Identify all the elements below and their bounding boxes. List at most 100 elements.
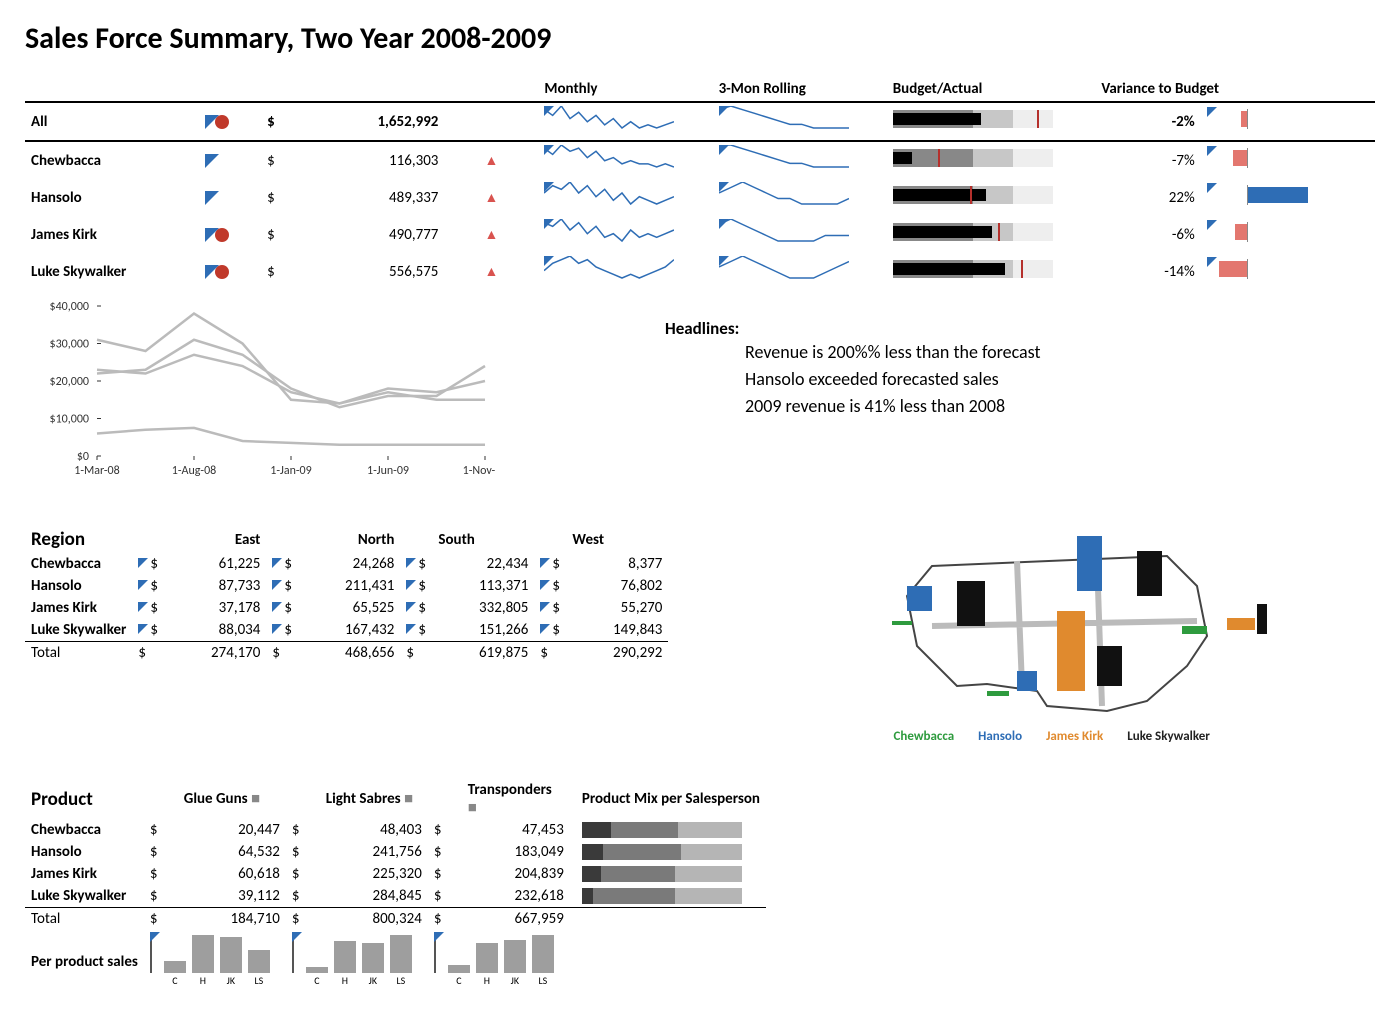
trend-chart: $40,000$30,000$20,000$10,000$01-Mar-081-… — [25, 296, 495, 491]
total-label: Total — [25, 642, 132, 665]
page-title: Sales Force Summary, Two Year 2008-2009 — [25, 20, 1375, 57]
cell-value: 64,532 — [178, 841, 286, 863]
col-monthly: Monthly — [538, 77, 712, 102]
mini-bar-label: H — [334, 974, 356, 987]
cell-value: 211,431 — [298, 575, 400, 597]
product-mix-heading: Product Mix per Salesperson — [570, 779, 766, 819]
drill-icon[interactable] — [205, 228, 219, 242]
drill-icon[interactable] — [434, 932, 444, 942]
sales-name: Luke Skywalker — [25, 885, 144, 908]
currency-symbol: $ — [261, 141, 293, 179]
drill-icon[interactable] — [205, 115, 219, 129]
drill-icon[interactable] — [272, 558, 282, 568]
drill-icon[interactable] — [1207, 107, 1217, 117]
product-mix-bar — [570, 863, 766, 885]
rolling-sparkline — [719, 256, 849, 287]
drill-icon[interactable] — [544, 256, 554, 266]
headline-line: Hansolo exceeded forecasted sales — [745, 366, 1375, 393]
drill-icon[interactable] — [719, 106, 729, 116]
cell-value: 87,733 — [164, 575, 266, 597]
drill-icon[interactable] — [406, 580, 416, 590]
col-budget: Budget/Actual — [887, 77, 1096, 102]
drill-icon[interactable] — [205, 265, 219, 279]
sales-name: All — [25, 102, 199, 141]
cell-value: 47,453 — [462, 819, 570, 841]
sales-name: Chewbacca — [25, 141, 199, 179]
drill-icon[interactable] — [540, 602, 550, 612]
drill-icon[interactable] — [205, 191, 219, 205]
legend-item: Chewbacca — [893, 729, 954, 744]
drill-icon[interactable] — [272, 602, 282, 612]
drill-icon[interactable] — [138, 580, 148, 590]
rolling-sparkline — [719, 182, 849, 213]
drill-icon[interactable] — [1207, 146, 1217, 156]
sales-name: Luke Skywalker — [25, 619, 132, 642]
drill-icon[interactable] — [1207, 183, 1217, 193]
mini-bar-chart: CHJKLS — [292, 932, 422, 987]
mini-bar-label: LS — [390, 974, 412, 987]
drill-icon[interactable] — [719, 219, 729, 229]
bullet-chart — [893, 149, 1053, 167]
drill-icon[interactable] — [540, 580, 550, 590]
cell-value: 149,843 — [566, 619, 668, 642]
alert-icon: ▲ — [484, 189, 498, 206]
variance-bar — [1207, 148, 1317, 168]
drill-icon[interactable] — [272, 580, 282, 590]
drill-icon[interactable] — [540, 624, 550, 634]
row-icons — [199, 179, 261, 216]
revenue-value: 116,303 — [293, 141, 444, 179]
drill-icon[interactable] — [719, 256, 729, 266]
bullet-chart — [893, 223, 1053, 241]
alert-icon: ▲ — [484, 263, 498, 280]
drill-icon[interactable] — [544, 106, 554, 116]
drill-icon[interactable] — [406, 558, 416, 568]
drill-icon[interactable] — [1207, 257, 1217, 267]
variance-bar — [1207, 185, 1317, 205]
cell-value: 667,959 — [462, 908, 570, 931]
variance-value: -7% — [1095, 141, 1200, 179]
drill-icon[interactable] — [406, 602, 416, 612]
mini-bar-label: H — [192, 974, 214, 987]
svg-text:$30,000: $30,000 — [50, 338, 90, 352]
sales-name: James Kirk — [25, 863, 144, 885]
drill-icon[interactable] — [544, 182, 554, 192]
drill-icon[interactable] — [138, 558, 148, 568]
drill-icon[interactable] — [406, 624, 416, 634]
sales-name: Hansolo — [25, 575, 132, 597]
drill-icon[interactable] — [544, 145, 554, 155]
drill-icon[interactable] — [205, 154, 219, 168]
product-heading: Product — [25, 779, 144, 819]
svg-text:$20,000: $20,000 — [50, 375, 90, 389]
drill-icon[interactable] — [540, 558, 550, 568]
drill-icon[interactable] — [150, 932, 160, 942]
cell-value: 284,845 — [320, 885, 428, 908]
svg-text:$10,000: $10,000 — [50, 413, 90, 427]
cell-value: 37,178 — [164, 597, 266, 619]
monthly-sparkline — [544, 182, 674, 213]
headlines: Headlines: Revenue is 200%% less than th… — [495, 298, 1375, 420]
drill-icon[interactable] — [719, 182, 729, 192]
variance-value: -2% — [1095, 102, 1200, 141]
region-total-row: Total$274,170$468,656$619,875$290,292 — [25, 642, 668, 665]
drill-icon[interactable] — [272, 624, 282, 634]
cell-value: 20,447 — [178, 819, 286, 841]
drill-icon[interactable] — [138, 602, 148, 612]
drill-icon[interactable] — [719, 145, 729, 155]
cell-value: 332,805 — [432, 597, 534, 619]
drill-icon[interactable] — [1207, 220, 1217, 230]
product-mix-bar — [570, 841, 766, 863]
sales-name: James Kirk — [25, 216, 199, 253]
cell-value: 8,377 — [566, 553, 668, 575]
sales-name: Chewbacca — [25, 819, 144, 841]
variance-bar — [1207, 109, 1317, 129]
drill-icon[interactable] — [544, 219, 554, 229]
product-row: Hansolo$64,532$241,756$183,049 — [25, 841, 766, 863]
svg-text:$40,000: $40,000 — [50, 300, 90, 314]
drill-icon[interactable] — [292, 932, 302, 942]
svg-text:1-Jan-09: 1-Jan-09 — [270, 464, 311, 478]
sales-name: Hansolo — [25, 841, 144, 863]
drill-icon[interactable] — [138, 624, 148, 634]
headline-line: Revenue is 200%% less than the forecast — [745, 339, 1375, 366]
cell-value: 60,618 — [178, 863, 286, 885]
cell-value: 22,434 — [432, 553, 534, 575]
